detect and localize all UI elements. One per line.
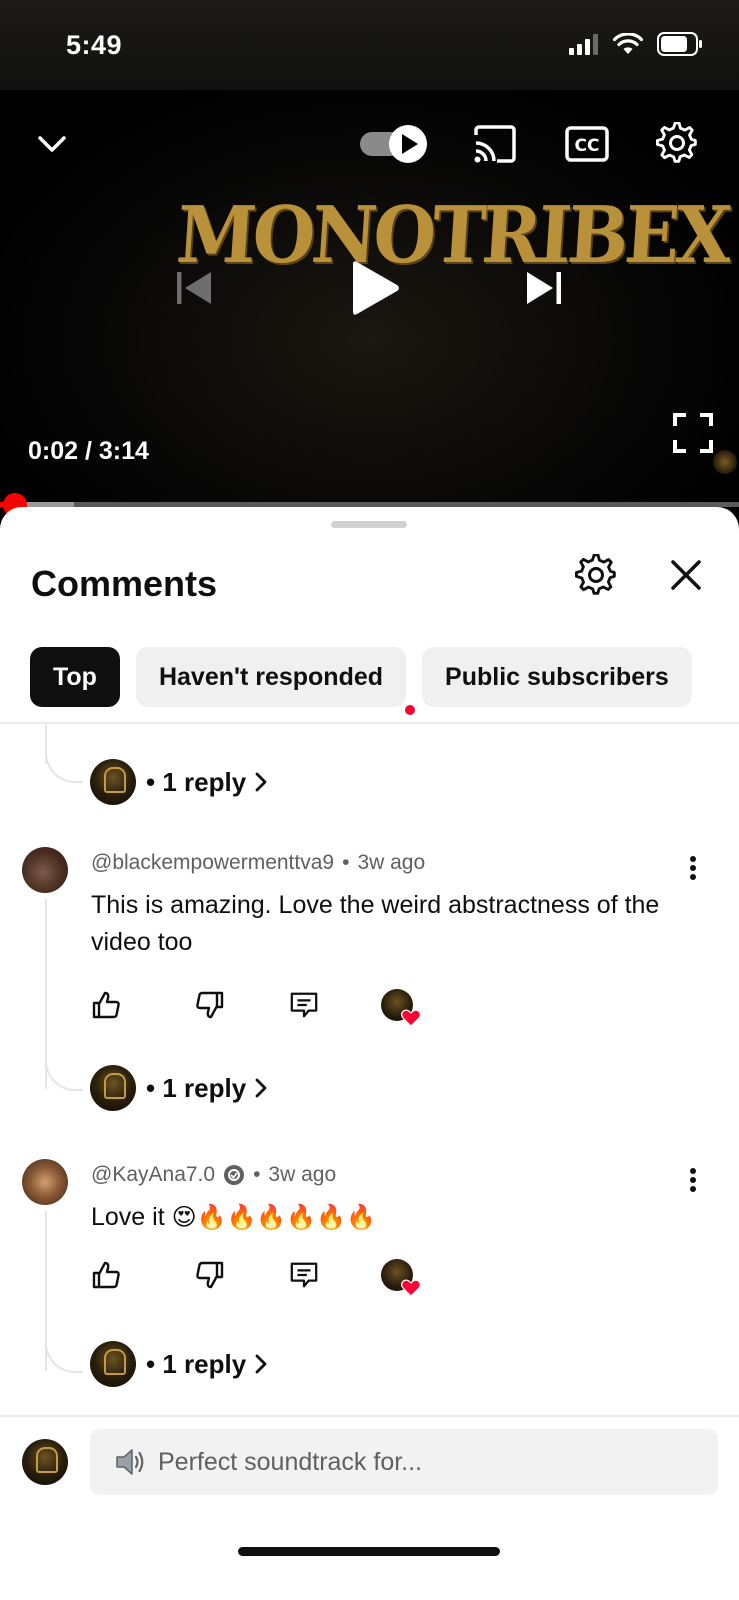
comment-emoji: 😍🔥🔥🔥🔥🔥🔥 [171,1204,376,1231]
comment-input[interactable]: Perfect soundtrack for... [90,1429,718,1495]
comment-time: 3w ago [357,851,426,874]
comment-more-button[interactable] [680,853,706,883]
comments-settings-button[interactable] [572,551,620,599]
heart-icon [401,1009,421,1027]
comment-time: 3w ago [268,1163,337,1186]
play-icon [353,261,399,315]
creator-heart-badge [381,1259,421,1297]
chip-public-subscribers[interactable]: Public subscribers [422,647,692,707]
status-icons [569,32,703,56]
creator-heart-badge [381,989,421,1027]
thread-curve [45,1053,83,1091]
replies-link[interactable]: • 1 reply [90,1341,268,1387]
player-settings-button[interactable] [654,120,700,166]
avatar [90,1341,136,1387]
avatar[interactable] [22,847,68,893]
comments-sheet: Comments Top Haven't responded Public su… [0,507,739,1600]
thumbs-down-icon [196,1261,224,1289]
status-time: 5:49 [66,30,123,60]
reply-count: • 1 reply [146,1348,247,1379]
avatar [22,1439,68,1485]
replies-link[interactable]: • 1 reply [90,1065,268,1111]
thumbs-down-icon [196,991,224,1019]
comment-item: @blackempowermenttva9 • 3w ago This is a… [0,847,739,1137]
comment-icon [290,992,318,1018]
avatar [90,1065,136,1111]
status-bar: 5:49 [0,0,739,90]
meta-separator: • [342,851,350,874]
thumbs-up-icon [92,1261,120,1289]
speaker-icon [116,1449,144,1475]
thread-curve [45,1335,83,1373]
chevron-down-icon [38,136,66,152]
gear-icon [656,122,697,163]
collapse-player-button[interactable] [34,126,70,162]
comment-author[interactable]: @blackempowermenttva9 [91,851,334,875]
close-icon [671,560,701,590]
battery-icon [657,32,702,56]
heart-icon [401,1279,421,1297]
video-player[interactable]: MONOTRIBEX CC 0:02 / 3:14 [0,90,739,505]
thread-curve [45,745,83,783]
sheet-drag-handle[interactable] [331,521,407,528]
like-button[interactable] [91,990,121,1020]
composer-divider [0,1415,739,1417]
heart-partial [405,705,415,715]
comment-filter-chips: Top Haven't responded Public subscribers [30,647,692,707]
comment-author[interactable]: @KayAna7.0 [91,1163,215,1187]
dislike-button[interactable] [195,1260,225,1290]
captions-button[interactable]: CC [564,124,610,164]
chips-divider [0,722,739,724]
gear-icon [575,554,616,595]
comment-text-body: Love it [91,1203,165,1231]
closed-captions-icon: CC [565,126,609,162]
close-comments-button[interactable] [664,553,708,597]
comment-more-button[interactable] [680,1165,706,1195]
comment-item: @KayAna7.0 • 3w ago Love it 😍🔥🔥🔥🔥🔥🔥 • 1 … [0,1159,739,1409]
fullscreen-icon [673,413,713,453]
cast-button[interactable] [472,122,518,166]
playback-time: 0:02 / 3:14 [28,437,149,465]
chip-havent-responded[interactable]: Haven't responded [135,647,407,707]
reply-count: • 1 reply [146,1072,247,1103]
channel-watermark [713,450,737,474]
reply-button[interactable] [289,990,319,1020]
svg-text:CC: CC [575,136,600,156]
cast-icon [474,125,516,163]
skip-previous-icon [177,272,211,304]
avatar [90,759,136,805]
autoplay-toggle[interactable] [358,120,430,168]
reply-button[interactable] [289,1260,319,1290]
reply-count: • 1 reply [146,766,247,797]
comment-text: This is amazing. Love the weird abstract… [91,891,660,956]
more-vertical-icon [690,856,696,880]
more-vertical-icon [690,1168,696,1192]
chevron-right-icon [255,1078,267,1098]
sheet-title: Comments [31,563,218,604]
previous-video-button[interactable] [174,266,214,310]
replies-link[interactable]: • 1 reply [90,759,268,805]
home-indicator [238,1547,500,1556]
cellular-signal-icon [569,34,598,55]
chip-top[interactable]: Top [30,647,120,707]
avatar[interactable] [22,1159,68,1205]
dislike-button[interactable] [195,990,225,1020]
fullscreen-button[interactable] [670,410,716,456]
chevron-right-icon [255,772,267,792]
comment-input-placeholder: Perfect soundtrack for... [158,1447,423,1476]
comment-icon [290,1262,318,1288]
play-button[interactable] [344,258,404,318]
meta-separator: • [253,1163,261,1186]
chevron-right-icon [255,1354,267,1374]
next-video-button[interactable] [524,266,564,310]
wifi-icon [613,33,643,54]
skip-next-icon [527,272,561,304]
thumbs-up-icon [92,991,120,1019]
comment-text: Love it 😍🔥🔥🔥🔥🔥🔥 [91,1199,691,1236]
like-button[interactable] [91,1260,121,1290]
autoplay-toggle-icon [360,125,427,163]
verified-badge-icon [224,1165,245,1185]
